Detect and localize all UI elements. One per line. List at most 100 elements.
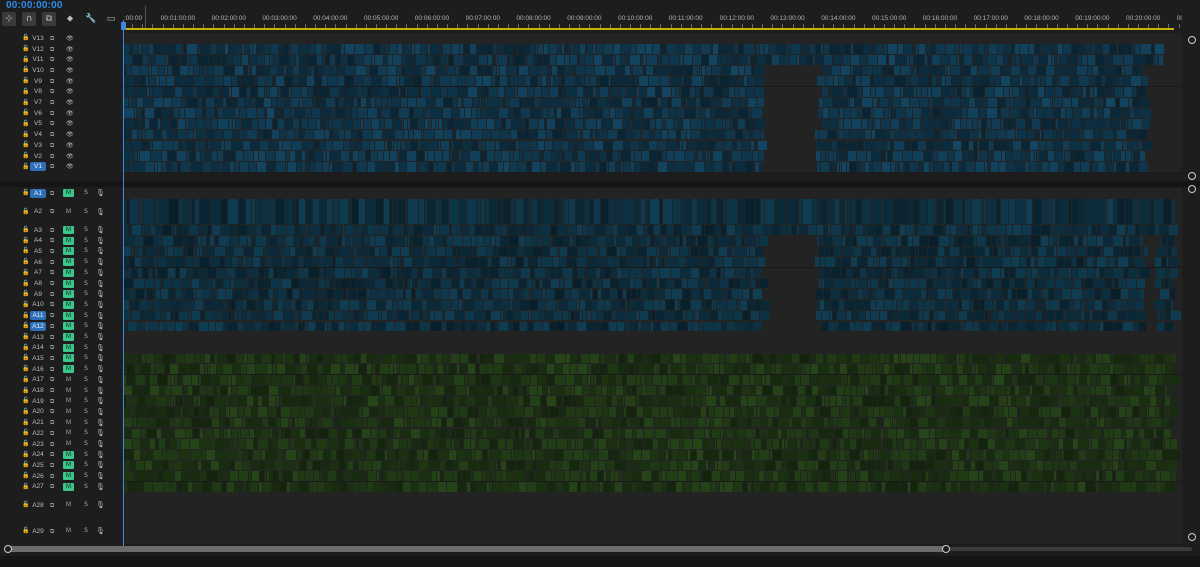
video-clip[interactable] <box>1057 129 1061 140</box>
audio-clip[interactable] <box>927 257 935 267</box>
audio-clip[interactable] <box>1165 278 1168 289</box>
audio-clip[interactable] <box>327 300 332 310</box>
audio-clip[interactable] <box>1019 385 1030 396</box>
audio-clip[interactable] <box>132 417 137 428</box>
audio-clip[interactable] <box>1080 353 1085 364</box>
audio-clip[interactable] <box>618 396 622 407</box>
audio-clip[interactable] <box>1070 407 1081 417</box>
audio-clip[interactable] <box>410 246 412 257</box>
video-clip[interactable] <box>925 129 935 140</box>
audio-clip[interactable] <box>566 407 575 417</box>
video-clip[interactable] <box>1045 65 1054 76</box>
audio-clip[interactable] <box>941 268 945 278</box>
video-clip[interactable] <box>828 119 836 129</box>
audio-clip[interactable] <box>1075 246 1078 257</box>
audio-clip[interactable] <box>569 199 575 225</box>
video-clip[interactable] <box>308 54 316 65</box>
video-clip[interactable] <box>1104 119 1110 129</box>
audio-clip[interactable] <box>968 225 970 235</box>
audio-clip[interactable] <box>1011 246 1013 257</box>
audio-clip[interactable] <box>294 321 298 332</box>
video-clip[interactable] <box>330 87 339 97</box>
audio-clip[interactable] <box>719 396 726 407</box>
video-clip[interactable] <box>579 108 584 119</box>
audio-clip[interactable] <box>642 353 648 364</box>
video-clip[interactable] <box>300 65 306 76</box>
audio-clip[interactable] <box>129 396 132 407</box>
audio-clip[interactable] <box>1043 289 1049 300</box>
audio-clip[interactable] <box>963 407 970 417</box>
audio-clip[interactable] <box>1051 385 1057 396</box>
audio-clip[interactable] <box>460 278 464 289</box>
audio-clip[interactable] <box>446 257 455 267</box>
audio-clip[interactable] <box>1164 407 1168 417</box>
audio-clip[interactable] <box>1146 407 1148 417</box>
video-clip[interactable] <box>482 161 490 172</box>
video-clip[interactable] <box>390 151 397 161</box>
video-clip[interactable] <box>731 65 738 76</box>
audio-clip[interactable] <box>893 300 896 310</box>
audio-clip[interactable] <box>806 385 811 396</box>
audio-clip[interactable] <box>1155 257 1162 267</box>
video-clip[interactable] <box>180 108 185 119</box>
audio-clip[interactable] <box>498 407 507 417</box>
audio-clip[interactable] <box>886 235 897 246</box>
audio-clip[interactable] <box>1110 289 1121 300</box>
audio-clip[interactable] <box>1009 300 1017 310</box>
audio-clip[interactable] <box>857 385 864 396</box>
video-clip[interactable] <box>705 140 716 151</box>
audio-clip[interactable] <box>354 310 358 321</box>
video-clip[interactable] <box>353 97 358 108</box>
video-clip[interactable] <box>714 119 722 129</box>
video-clip[interactable] <box>585 151 589 161</box>
video-clip[interactable] <box>404 44 411 54</box>
audio-clip[interactable] <box>337 407 339 417</box>
audio-clip[interactable] <box>957 321 960 332</box>
track-name[interactable]: A10 <box>30 300 46 309</box>
video-clip[interactable] <box>401 87 405 97</box>
video-clip[interactable] <box>204 65 207 76</box>
video-clip[interactable] <box>541 108 548 119</box>
video-clip[interactable] <box>723 87 728 97</box>
video-clip[interactable] <box>661 65 672 76</box>
audio-clip[interactable] <box>419 310 423 321</box>
audio-clip[interactable] <box>724 353 726 364</box>
audio-clip[interactable] <box>324 225 331 235</box>
audio-clip[interactable] <box>626 375 636 385</box>
audio-clip[interactable] <box>756 396 767 407</box>
audio-clip[interactable] <box>244 353 247 364</box>
audio-clip[interactable] <box>914 199 919 225</box>
video-clip[interactable] <box>124 161 130 172</box>
audio-clip[interactable] <box>492 396 495 407</box>
video-clip[interactable] <box>976 161 985 172</box>
audio-clip[interactable] <box>481 375 491 385</box>
audio-clip[interactable] <box>683 375 691 385</box>
video-clip[interactable] <box>658 97 662 108</box>
video-clip[interactable] <box>1130 161 1138 172</box>
mic-icon[interactable]: 🎙 <box>96 387 105 395</box>
audio-clip[interactable] <box>904 268 909 278</box>
track-name[interactable]: A25 <box>30 461 46 470</box>
audio-clip[interactable] <box>309 268 319 278</box>
audio-clip[interactable] <box>317 246 326 257</box>
audio-clip[interactable] <box>137 268 142 278</box>
audio-clip[interactable] <box>149 268 153 278</box>
video-clip[interactable] <box>451 108 459 119</box>
audio-clip[interactable] <box>454 407 459 417</box>
video-clip[interactable] <box>851 54 859 65</box>
audio-clip[interactable] <box>1154 353 1163 364</box>
audio-clip[interactable] <box>979 396 990 407</box>
audio-clip[interactable] <box>356 268 361 278</box>
video-clip[interactable] <box>422 76 431 86</box>
audio-clip[interactable] <box>1066 246 1075 257</box>
track-name[interactable]: A6 <box>30 258 46 267</box>
audio-clip[interactable] <box>972 199 981 225</box>
video-clip[interactable] <box>585 161 596 172</box>
video-clip[interactable] <box>653 44 660 54</box>
audio-clip[interactable] <box>531 310 539 321</box>
video-clip[interactable] <box>577 140 584 151</box>
video-clip[interactable] <box>1124 87 1133 97</box>
audio-clip[interactable] <box>255 417 262 428</box>
video-clip[interactable] <box>1096 76 1101 86</box>
audio-clip[interactable] <box>317 375 326 385</box>
